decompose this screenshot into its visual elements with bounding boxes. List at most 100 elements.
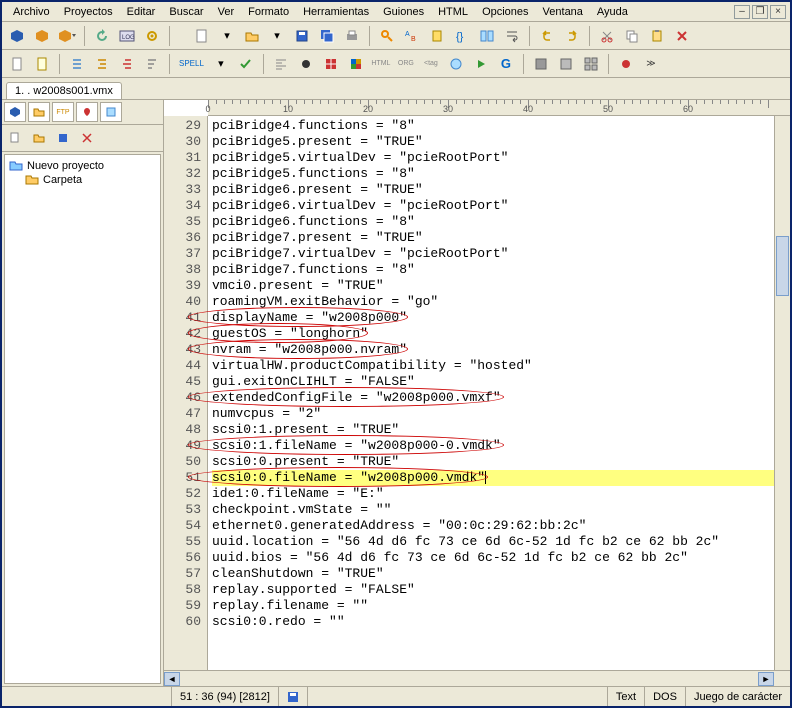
menu-editar[interactable]: Editar — [120, 4, 163, 20]
code-line[interactable]: virtualHW.productCompatibility = "hosted… — [212, 358, 786, 374]
menu-ayuda[interactable]: Ayuda — [590, 4, 635, 20]
code-line[interactable]: pciBridge7.present = "TRUE" — [212, 230, 786, 246]
sidebar-tab-ftp[interactable]: FTP — [52, 102, 74, 122]
code-line[interactable]: pciBridge7.functions = "8" — [212, 262, 786, 278]
new-file-icon[interactable] — [191, 25, 213, 47]
check-icon[interactable] — [235, 53, 257, 75]
code-line[interactable]: uuid.bios = "56 4d d6 fc 73 ce 6d 6c-52 … — [212, 550, 786, 566]
copy-icon[interactable] — [621, 25, 643, 47]
run-icon[interactable] — [470, 53, 492, 75]
code-line[interactable]: nvram = "w2008p000.nvram" — [212, 342, 786, 358]
gear-icon[interactable] — [141, 25, 163, 47]
code-line[interactable]: scsi0:0.present = "TRUE" — [212, 454, 786, 470]
indent-icon[interactable] — [91, 53, 113, 75]
page-icon[interactable] — [6, 53, 28, 75]
hex-dropdown-icon[interactable] — [56, 25, 78, 47]
google-icon[interactable]: G — [495, 53, 517, 75]
window-icon-2[interactable] — [555, 53, 577, 75]
save-all-icon[interactable] — [316, 25, 338, 47]
open-dropdown-icon[interactable]: ▾ — [266, 25, 288, 47]
hex-orange-icon[interactable] — [31, 25, 53, 47]
record-icon[interactable] — [295, 53, 317, 75]
code-line[interactable]: scsi0:1.fileName = "w2008p000-0.vmdk" — [212, 438, 786, 454]
template-icon[interactable] — [31, 53, 53, 75]
paste-icon[interactable] — [646, 25, 668, 47]
code-line[interactable]: pciBridge6.functions = "8" — [212, 214, 786, 230]
code-line[interactable]: pciBridge4.functions = "8" — [212, 118, 786, 134]
color-icon[interactable] — [345, 53, 367, 75]
menu-formato[interactable]: Formato — [241, 4, 296, 20]
menu-ver[interactable]: Ver — [211, 4, 242, 20]
tree-root[interactable]: Nuevo proyecto — [9, 159, 156, 173]
spell-dropdown-icon[interactable]: ▾ — [210, 53, 232, 75]
sidebar-save-icon[interactable] — [52, 127, 74, 149]
code-line[interactable]: extendedConfigFile = "w2008p000.vmxf" — [212, 390, 786, 406]
code-line[interactable]: scsi0:0.fileName = "w2008p000.vmdk" — [212, 470, 786, 486]
menu-proyectos[interactable]: Proyectos — [57, 4, 120, 20]
vertical-scrollbar[interactable] — [774, 116, 790, 670]
redo-icon[interactable] — [561, 25, 583, 47]
refresh-icon[interactable] — [91, 25, 113, 47]
code-line[interactable]: pciBridge5.virtualDev = "pcieRootPort" — [212, 150, 786, 166]
code-line[interactable]: guestOS = "longhorn" — [212, 326, 786, 342]
minimize-button[interactable]: ‒ — [734, 5, 750, 19]
menu-opciones[interactable]: Opciones — [475, 4, 535, 20]
code-content[interactable]: pciBridge4.functions = "8"pciBridge5.pre… — [208, 116, 790, 670]
code-line[interactable]: pciBridge6.present = "TRUE" — [212, 182, 786, 198]
sidebar-tab-project[interactable] — [4, 102, 26, 122]
delete-icon[interactable] — [671, 25, 693, 47]
save-icon[interactable] — [291, 25, 313, 47]
tag-icon[interactable]: <tag — [420, 53, 442, 75]
sidebar-tab-clip[interactable] — [100, 102, 122, 122]
project-tree[interactable]: Nuevo proyecto Carpeta — [4, 154, 161, 684]
sidebar-new-icon[interactable] — [4, 127, 26, 149]
tile-icon[interactable] — [580, 53, 602, 75]
code-line[interactable]: displayName = "w2008p000" — [212, 310, 786, 326]
brackets-icon[interactable]: {} — [451, 25, 473, 47]
scrollbar-thumb[interactable] — [776, 236, 789, 296]
undo-icon[interactable] — [536, 25, 558, 47]
replace-icon[interactable]: AB — [401, 25, 423, 47]
code-line[interactable]: vmci0.present = "TRUE" — [212, 278, 786, 294]
code-line[interactable]: gui.exitOnCLIHLT = "FALSE" — [212, 374, 786, 390]
record-red-icon[interactable] — [615, 53, 637, 75]
find-icon[interactable] — [376, 25, 398, 47]
code-line[interactable]: pciBridge5.functions = "8" — [212, 166, 786, 182]
restore-button[interactable]: ❐ — [752, 5, 768, 19]
org-icon[interactable]: ORG — [395, 53, 417, 75]
menu-archivo[interactable]: Archivo — [6, 4, 57, 20]
code-line[interactable]: checkpoint.vmState = "" — [212, 502, 786, 518]
cut-icon[interactable] — [596, 25, 618, 47]
code-line[interactable]: ethernet0.generatedAddress = "00:0c:29:6… — [212, 518, 786, 534]
code-area[interactable]: 2930313233343536373839404142434445464748… — [164, 116, 790, 670]
menu-guiones[interactable]: Guiones — [376, 4, 431, 20]
html-tool-icon[interactable]: HTML — [370, 53, 392, 75]
spell-icon[interactable]: SPELL — [176, 53, 207, 75]
wrap-icon[interactable] — [501, 25, 523, 47]
close-button[interactable]: × — [770, 5, 786, 19]
code-line[interactable]: cleanShutdown = "TRUE" — [212, 566, 786, 582]
window-icon-1[interactable] — [530, 53, 552, 75]
globe-icon[interactable] — [445, 53, 467, 75]
code-line[interactable]: replay.filename = "" — [212, 598, 786, 614]
file-tab[interactable]: 1. . w2008s001.vmx — [6, 82, 122, 99]
horizontal-scrollbar[interactable]: ◄ ► — [164, 670, 790, 686]
code-line[interactable]: scsi0:0.redo = "" — [212, 614, 786, 630]
code-line[interactable]: scsi0:1.present = "TRUE" — [212, 422, 786, 438]
code-line[interactable]: ide1:0.fileName = "E:" — [212, 486, 786, 502]
new-dropdown-icon[interactable]: ▾ — [216, 25, 238, 47]
status-save-icon[interactable] — [279, 687, 308, 706]
bookmark-icon[interactable] — [426, 25, 448, 47]
scroll-left-icon[interactable]: ◄ — [164, 672, 180, 686]
code-line[interactable]: numvcpus = "2" — [212, 406, 786, 422]
sidebar-open-icon[interactable] — [28, 127, 50, 149]
sidebar-tab-files[interactable] — [28, 102, 50, 122]
code-line[interactable]: pciBridge5.present = "TRUE" — [212, 134, 786, 150]
menu-html[interactable]: HTML — [431, 4, 475, 20]
scroll-right-icon[interactable]: ► — [758, 672, 774, 686]
sort-icon[interactable] — [141, 53, 163, 75]
print-icon[interactable] — [341, 25, 363, 47]
align-left-icon[interactable] — [270, 53, 292, 75]
list-icon[interactable] — [66, 53, 88, 75]
outdent-icon[interactable] — [116, 53, 138, 75]
